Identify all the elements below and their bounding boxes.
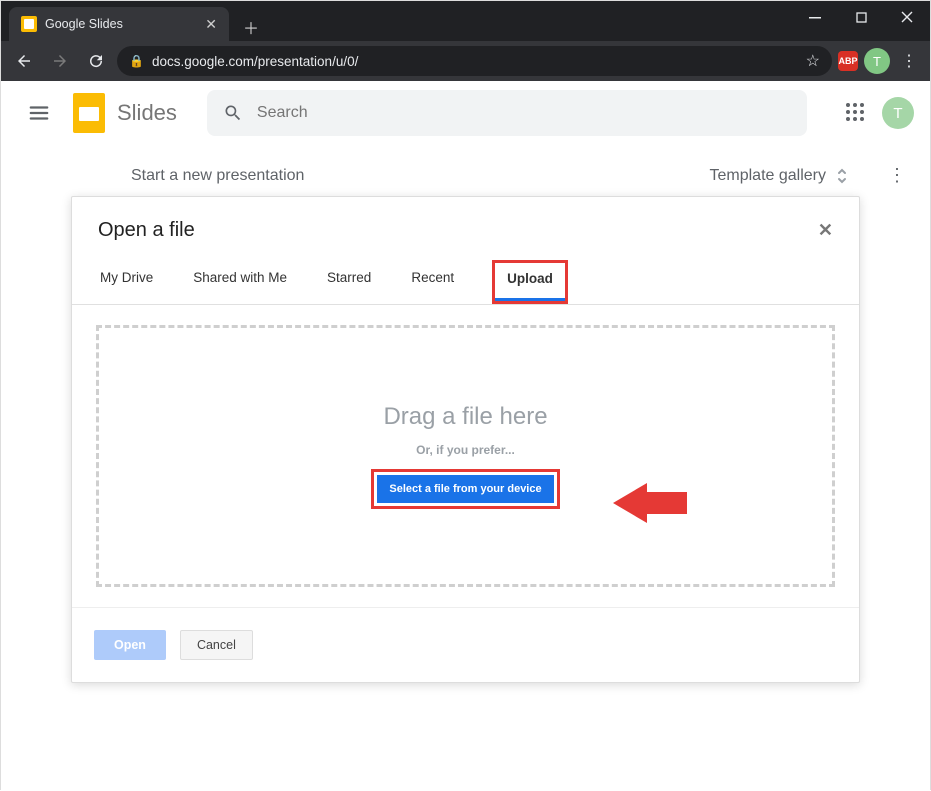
search-icon: [223, 103, 243, 123]
forward-button: [45, 46, 75, 76]
tab-title: Google Slides: [45, 17, 123, 31]
start-new-presentation-label: Start a new presentation: [131, 167, 304, 185]
profile-avatar[interactable]: T: [864, 48, 890, 74]
unfold-icon: [836, 167, 848, 185]
window-minimize-button[interactable]: [792, 1, 838, 33]
reload-button[interactable]: [81, 46, 111, 76]
tab-starred[interactable]: Starred: [325, 262, 373, 304]
file-drop-zone[interactable]: Drag a file here Or, if you prefer... Se…: [96, 325, 835, 587]
open-button: Open: [94, 630, 166, 660]
tab-recent[interactable]: Recent: [409, 262, 456, 304]
google-apps-button[interactable]: [846, 103, 866, 123]
annotation-highlight-select-button: Select a file from your device: [371, 469, 559, 509]
adblock-extension-icon[interactable]: ABP: [838, 51, 858, 71]
bookmark-star-icon[interactable]: ☆: [806, 51, 820, 71]
slides-favicon-icon: [21, 16, 37, 32]
select-file-button[interactable]: Select a file from your device: [377, 475, 553, 503]
open-file-dialog: Open a file ✕ My Drive Shared with Me St…: [71, 196, 860, 683]
new-tab-button[interactable]: ＋: [237, 13, 265, 41]
tab-upload[interactable]: Upload: [495, 263, 565, 301]
template-gallery-label: Template gallery: [710, 167, 827, 185]
dialog-close-button[interactable]: ✕: [818, 220, 833, 241]
template-gallery-button[interactable]: Template gallery: [710, 167, 849, 185]
annotation-highlight-upload-tab: Upload: [492, 260, 568, 304]
drop-zone-title: Drag a file here: [383, 403, 547, 431]
app-title: Slides: [117, 100, 177, 126]
main-menu-button[interactable]: [17, 91, 61, 135]
search-input[interactable]: [257, 104, 791, 122]
back-button[interactable]: [9, 46, 39, 76]
browser-menu-button[interactable]: ⋮: [896, 51, 922, 71]
cancel-button[interactable]: Cancel: [180, 630, 253, 660]
account-avatar[interactable]: T: [882, 97, 914, 129]
drop-zone-subtitle: Or, if you prefer...: [416, 443, 515, 457]
annotation-arrow-icon: [613, 483, 647, 523]
address-bar[interactable]: 🔒 docs.google.com/presentation/u/0/ ☆: [117, 46, 832, 76]
tab-shared-with-me[interactable]: Shared with Me: [191, 262, 289, 304]
search-bar[interactable]: [207, 90, 807, 136]
browser-tab[interactable]: Google Slides ✕: [9, 7, 229, 41]
window-close-button[interactable]: [884, 1, 930, 33]
url-text: docs.google.com/presentation/u/0/: [152, 54, 798, 69]
tab-my-drive[interactable]: My Drive: [98, 262, 155, 304]
lock-icon: 🔒: [129, 54, 144, 68]
slides-logo-icon: [73, 93, 105, 133]
tab-close-button[interactable]: ✕: [205, 16, 217, 33]
window-maximize-button[interactable]: [838, 1, 884, 33]
more-options-button[interactable]: ⋮: [888, 165, 906, 186]
dialog-title: Open a file: [98, 219, 195, 242]
